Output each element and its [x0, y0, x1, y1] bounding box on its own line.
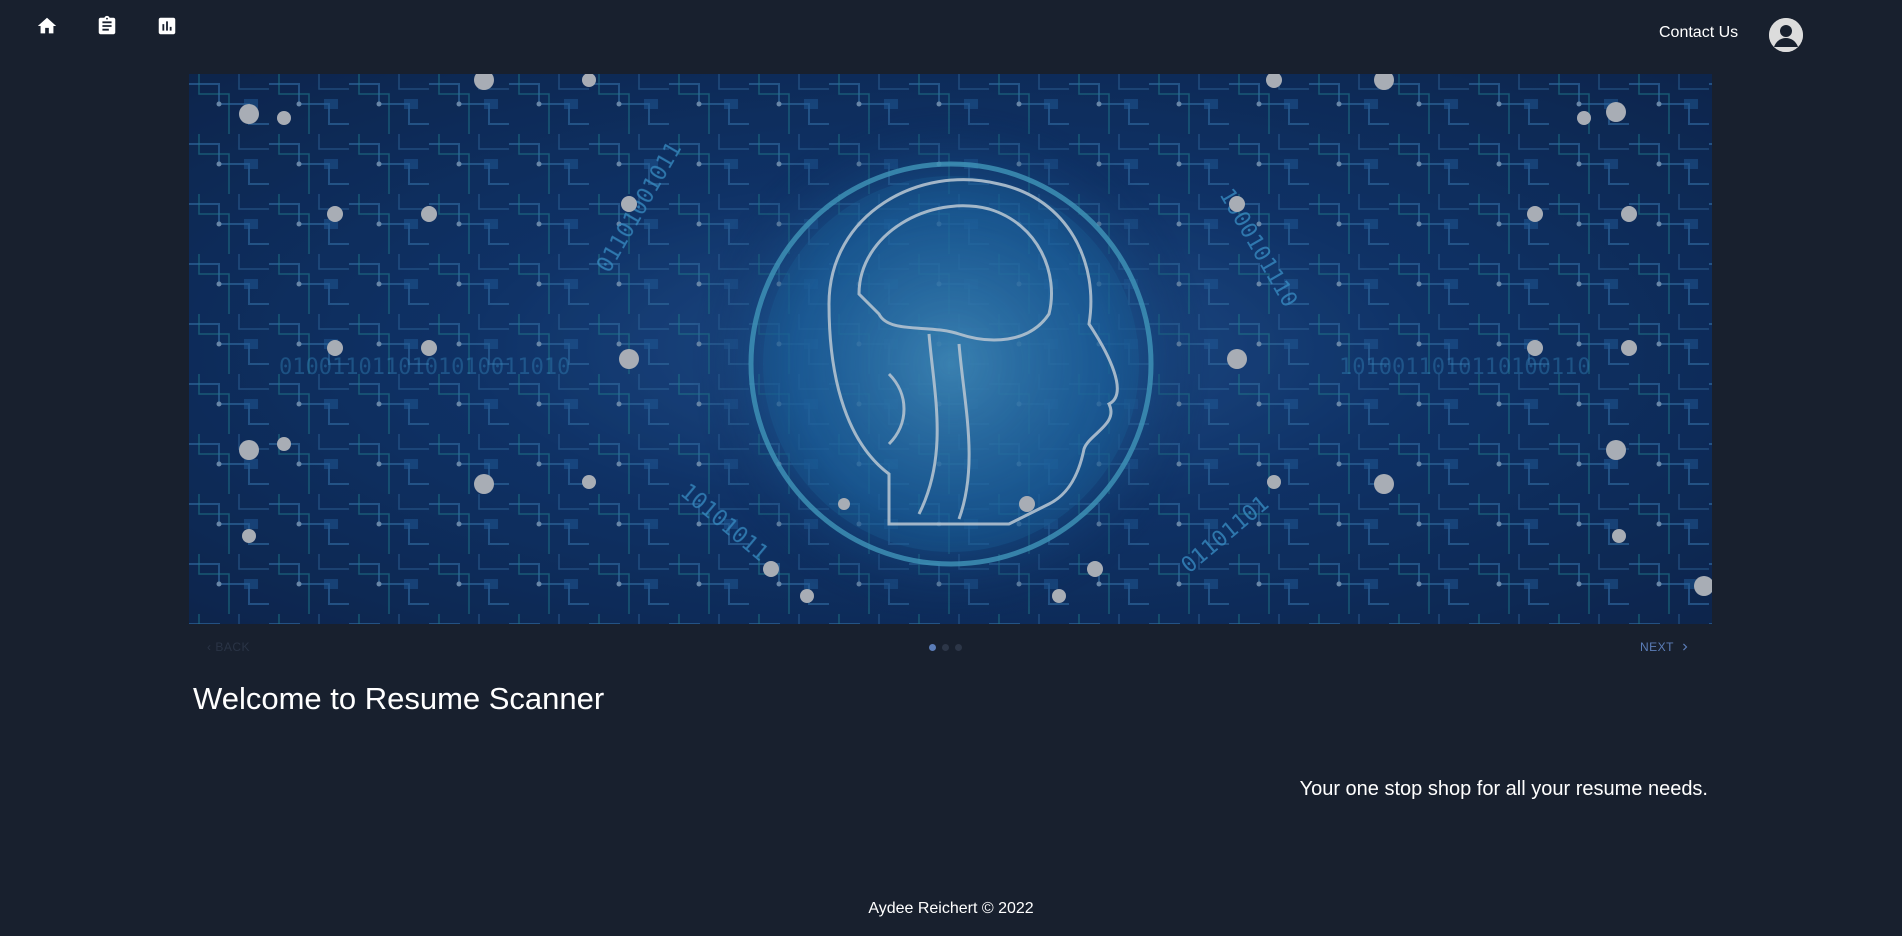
carousel-dot[interactable] [955, 644, 962, 651]
carousel-back-button[interactable]: ‹ BACK [207, 640, 250, 654]
top-navigation-bar: Contact Us [0, 0, 1902, 64]
carousel-next-button[interactable]: NEXT [1640, 640, 1692, 654]
hero-carousel-image: 01101001011 1000101110 10101011 01101101… [189, 74, 1712, 624]
tagline-text: Your one stop shop for all your resume n… [1299, 778, 1708, 800]
carousel-dot[interactable] [929, 644, 936, 651]
home-icon[interactable] [33, 12, 61, 40]
clipboard-icon[interactable] [93, 12, 121, 40]
account-circle-icon[interactable] [1769, 18, 1803, 52]
back-label: BACK [215, 640, 251, 654]
chevron-right-icon [1683, 643, 1688, 651]
carousel-dot[interactable] [942, 644, 949, 651]
page-title: Welcome to Resume Scanner [193, 681, 605, 716]
carousel-stepper: ‹ BACK NEXT [189, 636, 1712, 660]
next-label: NEXT [1639, 640, 1674, 654]
carousel-dots [929, 644, 962, 651]
footer-copyright: Aydee Reichert © 2022 [868, 900, 1034, 917]
contact-us-link[interactable]: Contact Us [1659, 24, 1738, 42]
bar-chart-icon[interactable] [153, 12, 181, 40]
